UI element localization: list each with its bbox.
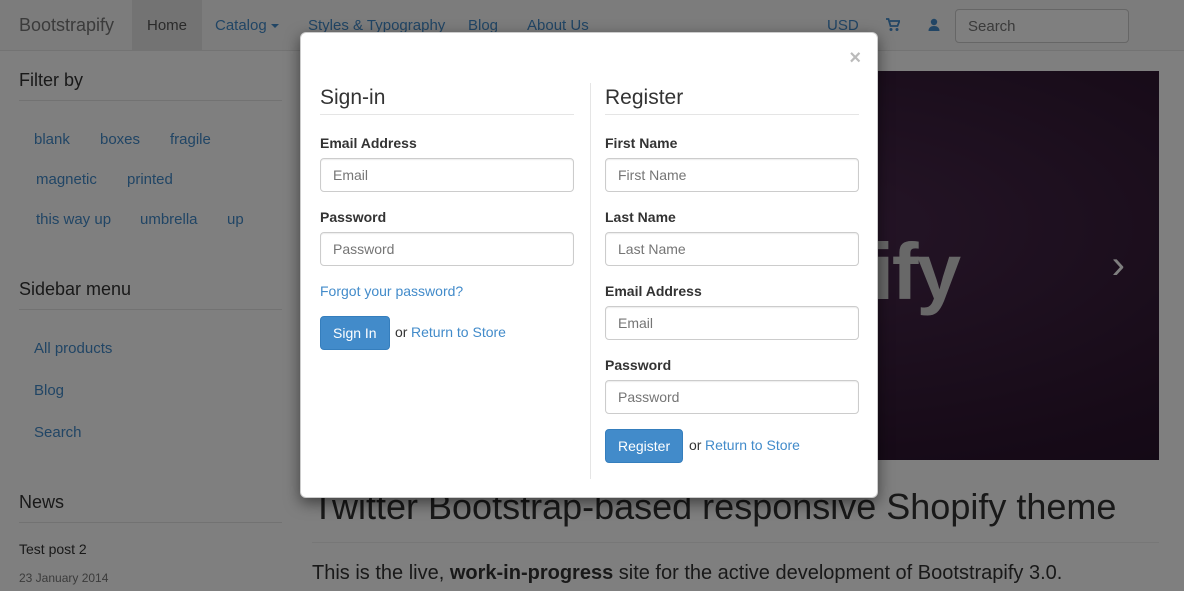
last-name-label: Last Name xyxy=(605,209,676,225)
column-divider xyxy=(590,83,591,479)
register-return-link[interactable]: Return to Store xyxy=(705,437,800,453)
register-button[interactable]: Register xyxy=(605,429,684,463)
signin-email-field[interactable] xyxy=(320,158,574,192)
close-icon[interactable]: × xyxy=(849,47,861,70)
signin-password-label: Password xyxy=(320,209,387,225)
register-password-field[interactable] xyxy=(605,380,859,414)
register-or-text: or xyxy=(689,437,702,453)
last-name-field[interactable] xyxy=(605,232,859,266)
login-modal: × Sign-in Email Address Password Forgot … xyxy=(300,32,878,498)
register-email-label: Email Address xyxy=(605,283,702,299)
signin-or-text: or xyxy=(395,324,408,340)
first-name-label: First Name xyxy=(605,135,678,151)
signin-password-field[interactable] xyxy=(320,232,574,266)
signin-heading: Sign-in xyxy=(320,86,574,115)
register-email-field[interactable] xyxy=(605,306,859,340)
register-password-label: Password xyxy=(605,357,672,373)
sign-in-button[interactable]: Sign In xyxy=(320,316,390,350)
first-name-field[interactable] xyxy=(605,158,859,192)
forgot-password-link[interactable]: Forgot your password? xyxy=(320,283,463,299)
signin-return-link[interactable]: Return to Store xyxy=(411,324,506,340)
register-heading: Register xyxy=(605,86,859,115)
signin-email-label: Email Address xyxy=(320,135,417,151)
